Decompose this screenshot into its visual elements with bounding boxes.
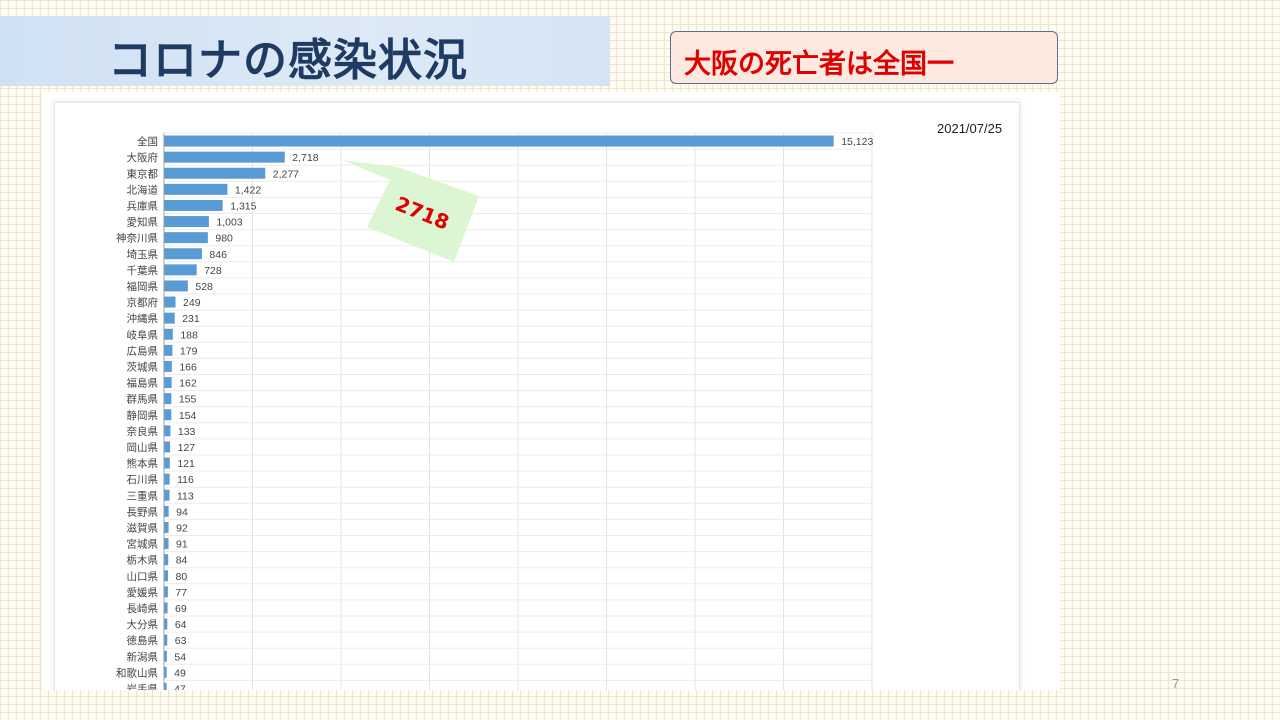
slide-title: コロナの感染状況 [108, 35, 468, 86]
title-banner: コロナの感染状況 [0, 16, 610, 86]
page-number: 7 [1172, 676, 1180, 691]
chart-panel: 全国 15,123 大阪府 2,718 東京都 2,277 北海道 1,422 兵庫県 1,315… [42, 92, 1060, 690]
annotation-note: 2718 [342, 160, 479, 262]
callout-text: 大阪の死亡者は全国一 [684, 49, 954, 80]
callout-box: 大阪の死亡者は全国一 [670, 31, 1058, 84]
